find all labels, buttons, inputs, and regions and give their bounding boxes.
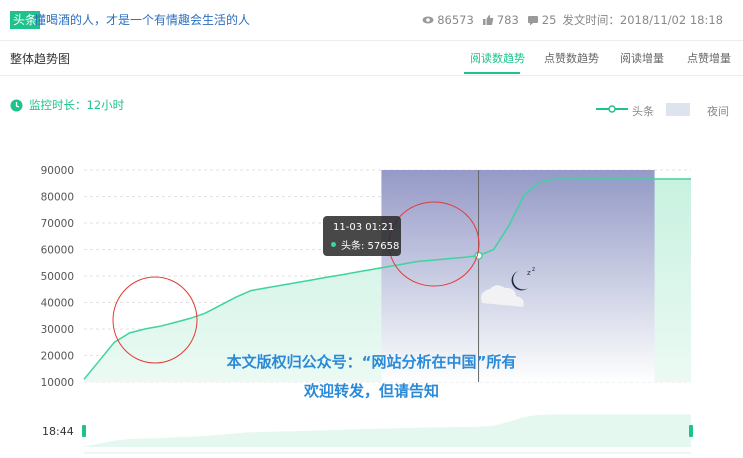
tab-read-increment[interactable]: 阅读增量 xyxy=(620,50,664,66)
comments-count: 25 xyxy=(541,13,557,27)
comment-icon xyxy=(527,16,538,26)
legend-series-label[interactable]: 头条 xyxy=(632,103,654,119)
views-count: 86573 xyxy=(437,13,474,27)
y-tick-label: 40000 xyxy=(41,298,74,310)
slider-mini-area xyxy=(84,414,691,447)
thumbs-up-icon xyxy=(482,15,494,25)
article-header: 头条 懂喝酒的人，才是一个有情趣会生活的人 86573 783 25 发文时间：… xyxy=(0,0,743,41)
slider-left-handle[interactable] xyxy=(82,425,86,437)
y-tick-label: 90000 xyxy=(41,165,74,177)
eye-icon xyxy=(422,16,434,24)
publish-time: 发文时间：2018/11/02 18:18 xyxy=(562,13,723,27)
svg-text:z: z xyxy=(532,266,535,273)
article-title[interactable]: 懂喝酒的人，才是一个有情趣会生活的人 xyxy=(34,10,250,30)
tab-like-trend[interactable]: 点赞数趋势 xyxy=(544,50,599,66)
time-range-slider[interactable] xyxy=(0,405,743,458)
svg-text:z: z xyxy=(527,269,531,277)
watermark-line-2: 欢迎转发，但请告知 xyxy=(303,382,439,400)
series-dot-icon xyxy=(331,242,336,247)
monitor-duration: 监控时长：12小时 xyxy=(10,97,124,113)
slider-right-handle[interactable] xyxy=(689,425,693,437)
watermark-line-1: 本文版权归公众号：“网站分析在中国”所有 xyxy=(226,353,517,371)
monitor-label: 监控时长：12小时 xyxy=(29,98,125,112)
y-tick-label: 30000 xyxy=(41,324,74,336)
slider-start-label: 18:44 xyxy=(42,425,74,438)
tooltip-date: 11-03 01:21 xyxy=(333,222,395,233)
y-tick-label: 70000 xyxy=(41,218,74,230)
tab-bar: 整体趋势图 阅读数趋势 点赞数趋势 阅读增量 点赞增量 xyxy=(0,40,743,76)
clock-icon xyxy=(10,99,23,111)
tooltip-value-text: 头条: 57658 xyxy=(341,241,400,252)
article-stats: 86573 783 25 发文时间：2018/11/02 18:18 xyxy=(414,10,723,30)
tab-like-increment[interactable]: 点赞增量 xyxy=(687,50,731,66)
legend-night-swatch xyxy=(666,103,690,116)
section-title: 整体趋势图 xyxy=(10,52,71,66)
active-tab-indicator xyxy=(464,72,520,74)
legend-night-label[interactable]: 夜间 xyxy=(707,103,729,119)
chart-tooltip: 11-03 01:21 头条: 57658 xyxy=(323,216,401,256)
y-tick-label: 60000 xyxy=(41,245,74,257)
tooltip-value: 头条: 57658 xyxy=(331,237,399,252)
legend-series-marker xyxy=(596,105,628,113)
y-tick-label: 50000 xyxy=(41,271,74,283)
likes-count: 783 xyxy=(496,13,519,27)
y-tick-label: 80000 xyxy=(41,192,74,204)
tab-read-trend[interactable]: 阅读数趋势 xyxy=(470,50,525,66)
